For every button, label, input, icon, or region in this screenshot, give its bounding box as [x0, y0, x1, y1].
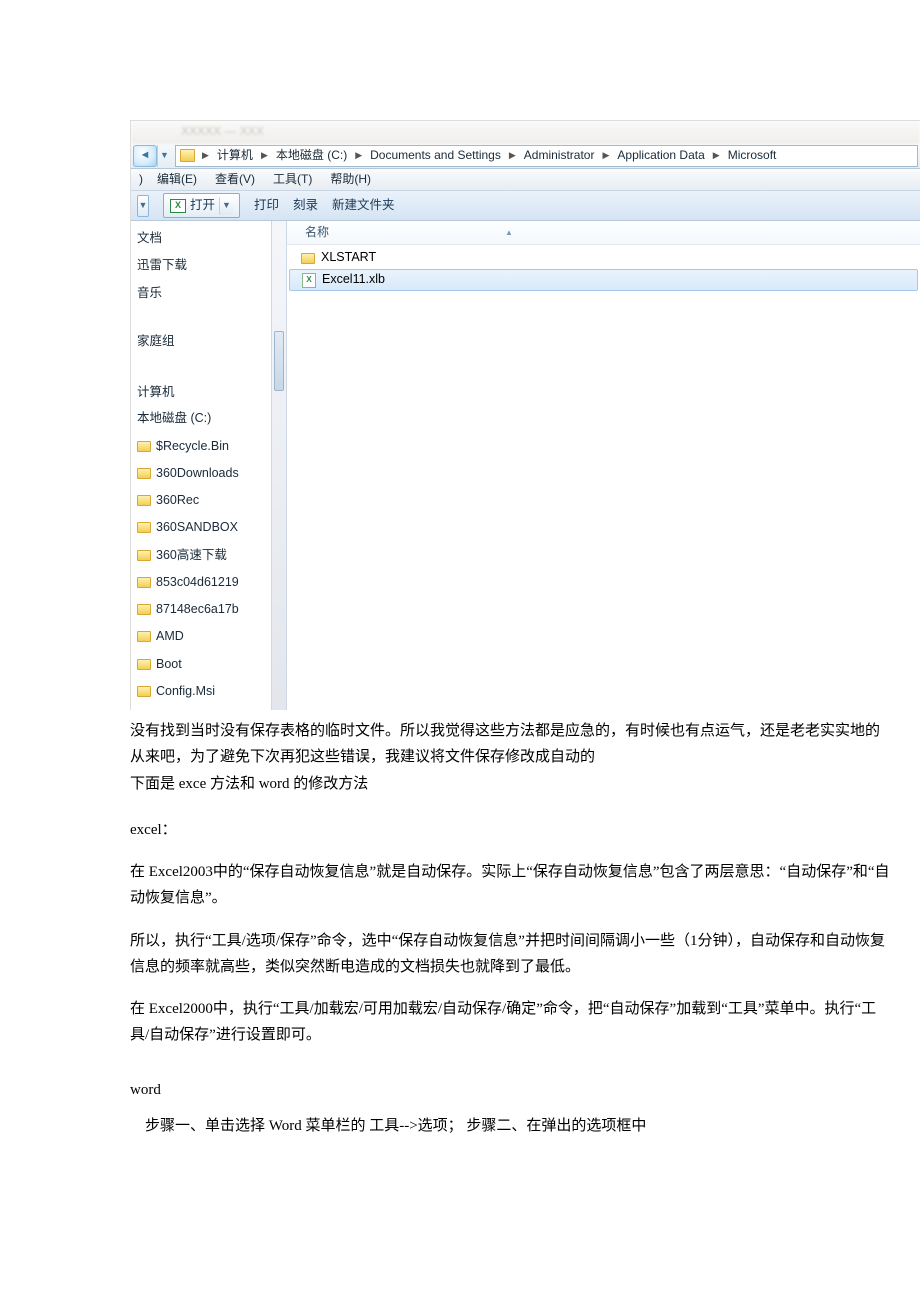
breadcrumb-segment[interactable]: 计算机 — [212, 145, 258, 165]
navigation-pane: 文档 迅雷下载 音乐 家庭组 计算机 本地磁盘 (C:) $Recycle.Bi… — [131, 221, 271, 710]
breadcrumb-path[interactable]: ▶ 计算机 ▶ 本地磁盘 (C:) ▶ Documents and Settin… — [175, 145, 918, 167]
chevron-icon: ▶ — [199, 148, 212, 163]
folder-icon — [137, 550, 151, 561]
menu-edit[interactable]: 编辑(E) — [153, 169, 201, 189]
paragraph-text: 所以，执行“工具/选项/保存”命令，选中“保存自动恢复信息”并把时间间隔调小一些… — [130, 928, 890, 981]
folder-icon — [137, 522, 151, 533]
open-label: 打开 — [190, 195, 215, 216]
paragraph-text: 下面是 exce 方法和 word 的修改方法 — [130, 771, 890, 797]
scrollbar-thumb[interactable] — [274, 331, 284, 391]
sidebar-folder[interactable]: Config.Msi — [131, 678, 271, 705]
sidebar-folder[interactable]: 360Rec — [131, 487, 271, 514]
sidebar-item-thunder[interactable]: 迅雷下载 — [131, 252, 271, 279]
organize-dropdown[interactable]: ▼ — [137, 195, 149, 217]
menu-view[interactable]: 查看(V) — [211, 169, 259, 189]
heading-word: word — [130, 1077, 890, 1103]
paragraph-text: 在 Excel2003中的“保存自动恢复信息”就是自动保存。实际上“保存自动恢复… — [130, 859, 890, 912]
nav-history-dropdown[interactable]: ▼ — [157, 145, 171, 167]
paragraph-text: 步骤一、单击选择 Word 菜单栏的 工具-->选项； 步骤二、在弹出的选项框中 — [130, 1113, 890, 1139]
menu-bar: ) 编辑(E) 查看(V) 工具(T) 帮助(H) — [131, 169, 920, 191]
xlb-file-icon: X — [302, 273, 316, 288]
menu-tools[interactable]: 工具(T) — [269, 169, 316, 189]
chevron-icon: ▶ — [599, 148, 612, 163]
paragraph-text: 没有找到当时没有保存表格的临时文件。所以我觉得这些方法都是应急的，有时候也有点运… — [130, 718, 890, 771]
breadcrumb-segment[interactable]: Microsoft — [723, 145, 782, 165]
menu-truncated-prefix: ) — [139, 169, 143, 189]
sidebar-folder[interactable]: AMD — [131, 623, 271, 650]
menu-help[interactable]: 帮助(H) — [326, 169, 375, 189]
burn-button[interactable]: 刻录 — [293, 195, 318, 216]
print-button[interactable]: 打印 — [254, 195, 279, 216]
sidebar-folder[interactable]: 360高速下载 — [131, 542, 271, 569]
open-split-dropdown[interactable]: ▼ — [219, 197, 233, 215]
sidebar-folder[interactable]: 360SANDBOX — [131, 514, 271, 541]
titlebar-blurred: XXXXX — XXX — [131, 121, 920, 143]
chevron-icon: ▶ — [352, 148, 365, 163]
folder-icon — [137, 686, 151, 697]
folder-icon — [137, 577, 151, 588]
sort-ascending-icon: ▲ — [505, 226, 513, 240]
new-folder-button[interactable]: 新建文件夹 — [332, 195, 395, 216]
breadcrumb-segment[interactable]: Documents and Settings — [365, 145, 506, 165]
sidebar-computer[interactable]: 计算机 — [131, 376, 271, 405]
sidebar-item-documents[interactable]: 文档 — [131, 225, 271, 252]
chevron-icon: ▶ — [506, 148, 519, 163]
heading-excel: excel： — [130, 817, 890, 843]
sidebar-folder[interactable]: Boot — [131, 651, 271, 678]
chevron-icon: ▶ — [710, 148, 723, 163]
list-item-folder[interactable]: XLSTART — [287, 247, 920, 269]
breadcrumb-segment[interactable]: Administrator — [519, 145, 600, 165]
paragraph-text: 在 Excel2000中，执行“工具/加载宏/可用加载宏/自动保存/确定”命令，… — [130, 996, 890, 1049]
sidebar-drive-c[interactable]: 本地磁盘 (C:) — [131, 405, 271, 432]
folder-icon — [301, 253, 315, 264]
sidebar-scrollbar[interactable] — [271, 221, 287, 710]
folder-icon — [137, 441, 151, 452]
breadcrumb-segment[interactable]: 本地磁盘 (C:) — [271, 145, 352, 165]
list-item-file-selected[interactable]: XExcel11.xlb — [289, 269, 918, 291]
excel-icon: X — [170, 199, 186, 213]
folder-icon — [180, 149, 195, 162]
folder-icon — [137, 604, 151, 615]
folder-icon — [137, 468, 151, 479]
nav-back-button[interactable]: ◄ — [133, 145, 157, 167]
column-header-name[interactable]: 名称 — [305, 222, 505, 242]
sidebar-folder[interactable]: 87148ec6a17b — [131, 596, 271, 623]
sidebar-folder[interactable]: $Recycle.Bin — [131, 433, 271, 460]
command-bar: ▼ X 打开 ▼ 打印 刻录 新建文件夹 — [131, 191, 920, 221]
explorer-window: XXXXX — XXX ◄ ▼ ▶ 计算机 ▶ 本地磁盘 (C:) ▶ Docu… — [130, 120, 920, 710]
folder-icon — [137, 631, 151, 642]
file-list-pane: 名称 ▲ XLSTART XExcel11.xlb — [287, 221, 920, 710]
sidebar-homegroup[interactable]: 家庭组 — [131, 325, 271, 354]
folder-icon — [137, 495, 151, 506]
sidebar-folder[interactable]: 853c04d61219 — [131, 569, 271, 596]
open-button[interactable]: X 打开 ▼ — [163, 193, 240, 218]
column-header-row: 名称 ▲ — [287, 221, 920, 245]
chevron-icon: ▶ — [258, 148, 271, 163]
article-body: 没有找到当时没有保存表格的临时文件。所以我觉得这些方法都是应急的，有时候也有点运… — [130, 718, 890, 1139]
sidebar-folder[interactable]: 360Downloads — [131, 460, 271, 487]
breadcrumb-segment[interactable]: Application Data — [612, 145, 709, 165]
folder-icon — [137, 659, 151, 670]
address-bar: ◄ ▼ ▶ 计算机 ▶ 本地磁盘 (C:) ▶ Documents and Se… — [131, 143, 920, 169]
sidebar-item-music[interactable]: 音乐 — [131, 280, 271, 307]
